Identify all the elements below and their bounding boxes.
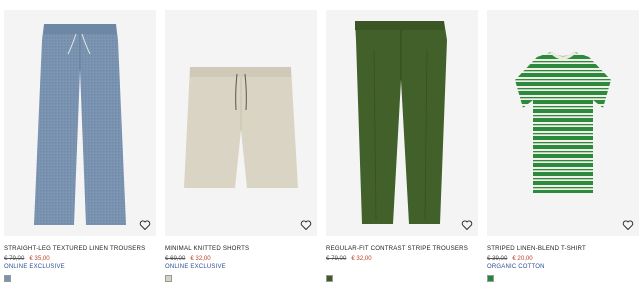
sale-price: € 32,00: [190, 255, 211, 262]
product-card[interactable]: MINIMAL KNITTED SHORTS € 69,00 € 32,00 ON…: [165, 10, 317, 282]
product-tag: ORGANIC COTTON: [487, 264, 545, 270]
price-row: € 79,00 € 35,00: [4, 255, 156, 262]
color-swatch[interactable]: [165, 275, 172, 282]
striped-tshirt-image: [515, 50, 611, 193]
product-image[interactable]: [326, 10, 478, 236]
original-price: € 69,00: [165, 255, 186, 262]
product-card[interactable]: REGULAR-FIT CONTRAST STRIPE TROUSERS € 7…: [326, 10, 478, 282]
color-swatch[interactable]: [326, 275, 333, 282]
price-row: € 39,00 € 20,00: [487, 255, 639, 262]
color-swatch[interactable]: [4, 275, 11, 282]
knitted-shorts-image: [184, 67, 298, 188]
product-image[interactable]: [4, 10, 156, 236]
heart-icon[interactable]: [139, 219, 151, 231]
product-title[interactable]: REGULAR-FIT CONTRAST STRIPE TROUSERS: [326, 245, 478, 252]
product-title[interactable]: STRAIGHT-LEG TEXTURED LINEN TROUSERS: [4, 245, 156, 252]
product-grid: STRAIGHT-LEG TEXTURED LINEN TROUSERS € 7…: [0, 0, 640, 293]
product-card[interactable]: STRIPED LINEN-BLEND T-SHIRT € 39,00 € 20,…: [487, 10, 639, 282]
original-price: € 79,00: [4, 255, 25, 262]
linen-trousers-image: [34, 24, 126, 225]
sale-price: € 20,00: [512, 255, 533, 262]
product-image[interactable]: [487, 10, 639, 236]
original-price: € 79,00: [326, 255, 347, 262]
original-price: € 39,00: [487, 255, 508, 262]
heart-icon[interactable]: [300, 219, 312, 231]
stripe-trousers-image: [355, 21, 447, 224]
product-tag: ONLINE EXCLUSIVE: [165, 264, 226, 270]
price-row: € 69,00 € 32,00: [165, 255, 317, 262]
heart-icon[interactable]: [622, 219, 634, 231]
product-title[interactable]: MINIMAL KNITTED SHORTS: [165, 245, 317, 252]
sale-price: € 35,00: [29, 255, 50, 262]
product-card[interactable]: STRAIGHT-LEG TEXTURED LINEN TROUSERS € 7…: [4, 10, 156, 282]
color-swatch[interactable]: [487, 275, 494, 282]
product-tag: [326, 264, 478, 271]
product-image[interactable]: [165, 10, 317, 236]
sale-price: € 32,00: [351, 255, 372, 262]
product-tag: ONLINE EXCLUSIVE: [4, 264, 65, 270]
heart-icon[interactable]: [461, 219, 473, 231]
price-row: € 79,00 € 32,00: [326, 255, 478, 262]
product-title[interactable]: STRIPED LINEN-BLEND T-SHIRT: [487, 245, 639, 252]
